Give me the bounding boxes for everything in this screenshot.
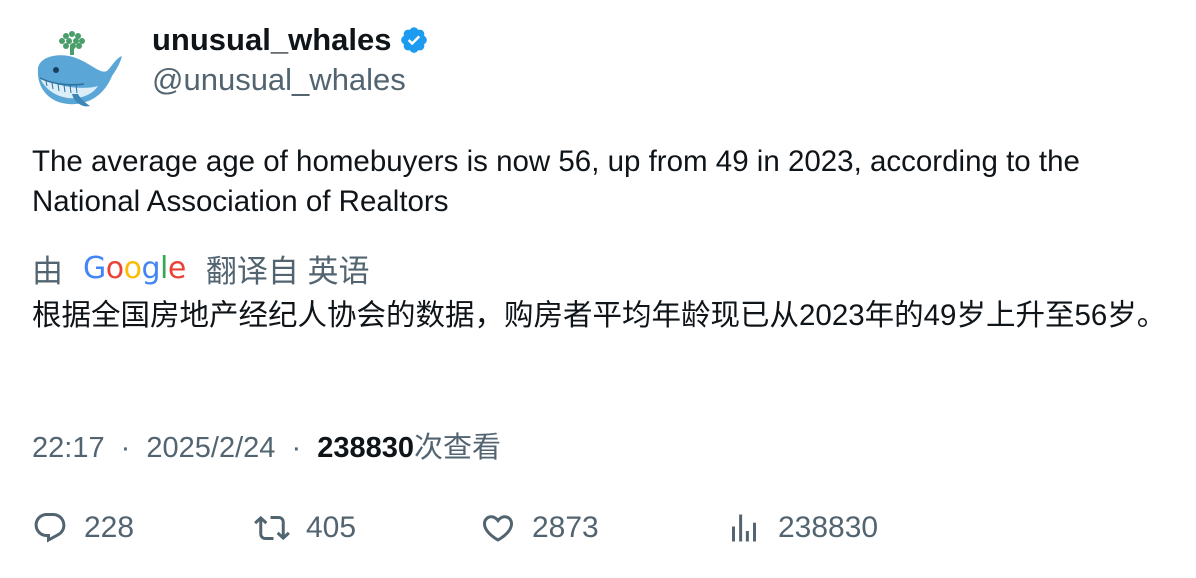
action-bar: 228 405 2873 238830	[32, 510, 1172, 554]
translation-prefix: 由	[32, 254, 63, 289]
views-label: 次查看	[413, 432, 501, 464]
reply-icon	[34, 513, 66, 543]
heart-icon	[482, 515, 514, 542]
translated-text: 根据全国房地产经纪人协会的数据，购房者平均年龄现已从2023年的49岁上升至56…	[32, 299, 1167, 332]
tweet-time[interactable]: 22:17	[32, 432, 105, 464]
like-count: 2873	[532, 511, 599, 544]
author-handle[interactable]: @unusual_whales	[152, 62, 406, 98]
views-count: 238830	[317, 432, 414, 464]
avatar[interactable]	[32, 26, 124, 112]
reply-count: 228	[84, 511, 135, 544]
verified-badge-icon	[401, 27, 428, 53]
tweet-text: The average age of homebuyers is now 56,…	[32, 145, 1080, 218]
retweet-button[interactable]: 405	[254, 510, 356, 546]
views-count-action: 238830	[778, 511, 879, 544]
translation-attribution: 由 Google 翻译自 英语	[32, 246, 369, 291]
views-button[interactable]: 238830	[726, 510, 878, 546]
translation-suffix: 翻译自 英语	[205, 254, 370, 289]
views-chart-icon	[732, 514, 756, 542]
display-name-text[interactable]: unusual_whales	[152, 22, 391, 58]
whale-icon	[37, 31, 122, 107]
tweet-meta: 22:17 · 2025/2/24 · 238830次查看	[32, 424, 501, 466]
author-display-name[interactable]: unusual_whales	[152, 22, 429, 58]
reply-button[interactable]: 228	[32, 510, 134, 546]
meta-separator: ·	[291, 432, 302, 464]
retweet-count: 405	[306, 511, 357, 544]
like-button[interactable]: 2873	[480, 510, 599, 546]
meta-separator: ·	[120, 432, 131, 464]
retweet-icon	[254, 515, 290, 541]
google-logo: Google	[83, 251, 186, 286]
tweet-date[interactable]: 2025/2/24	[146, 432, 275, 464]
